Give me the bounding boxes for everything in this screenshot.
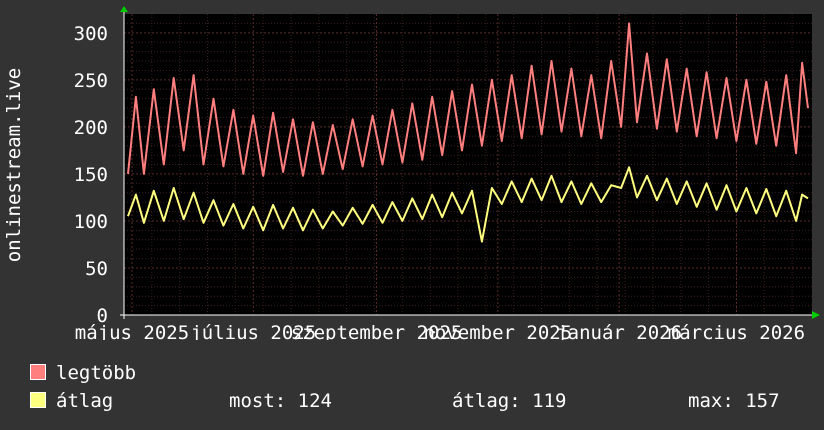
y-tick-label: 100: [74, 211, 108, 233]
x-tick-label: november 2025: [423, 322, 572, 340]
y-axis-arrow: [120, 6, 128, 12]
legend-item-max: legtöbb: [30, 362, 136, 384]
x-tick-label: május 2025: [75, 322, 189, 340]
y-tick-label: 200: [74, 117, 108, 139]
x-tick-labels: május 2025 július 2025szeptember 2025nove…: [75, 322, 805, 340]
stat-now: most: 124: [229, 390, 332, 412]
y-tick-label: 50: [85, 258, 108, 280]
stat-average: átlag: 119: [452, 390, 567, 412]
x-axis-arrow: [812, 311, 820, 319]
legend-item-avg: átlag: [30, 390, 113, 412]
stat-max: max: 157: [688, 390, 780, 412]
x-tick-label: január 2026: [556, 322, 682, 340]
y-tick-label: 150: [74, 164, 108, 186]
legend-label-max: legtöbb: [56, 362, 137, 384]
legend-swatch-max: [30, 363, 46, 380]
y-tick-label: 250: [74, 70, 108, 92]
legend-swatch-avg: [30, 391, 46, 408]
y-tick-labels: 050100150200250300: [74, 23, 108, 327]
y-tick-label: 300: [74, 23, 108, 45]
chart: 050100150200250300 május 2025 július 2025…: [3, 6, 820, 340]
x-tick-label: március 2026: [668, 322, 805, 340]
y-axis-label: onlinestream.live: [3, 68, 25, 262]
legend-label-avg: átlag: [56, 390, 114, 412]
